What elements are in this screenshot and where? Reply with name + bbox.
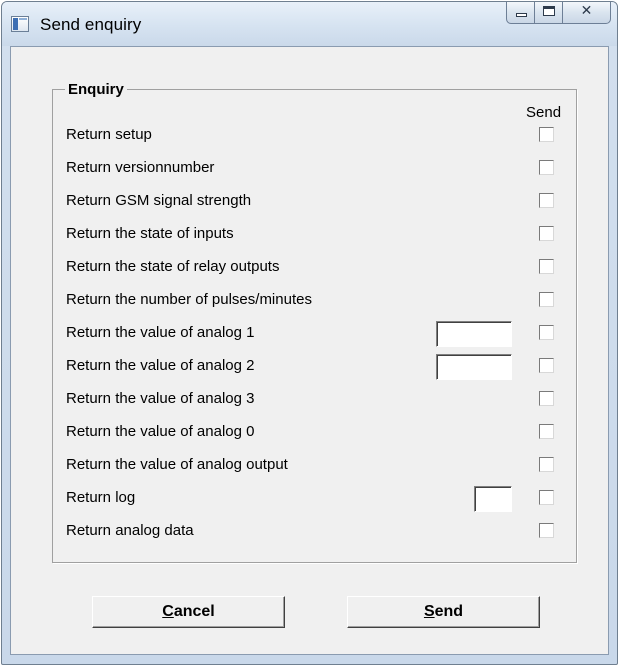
enquiry-groupbox: Enquiry Send Return setup Return version… bbox=[52, 81, 577, 563]
title-bar[interactable]: Send enquiry ✕ bbox=[2, 2, 617, 46]
send-checkbox-return-value-of-analog-output[interactable] bbox=[539, 457, 554, 472]
send-checkbox-return-state-of-inputs[interactable] bbox=[539, 226, 554, 241]
row-return-analog-data: Return analog data bbox=[53, 519, 576, 543]
minimize-icon bbox=[516, 13, 527, 17]
window-title: Send enquiry bbox=[40, 15, 142, 34]
send-checkbox-return-value-of-analog-1[interactable] bbox=[539, 325, 554, 340]
send-button[interactable]: Send bbox=[347, 596, 540, 628]
row-return-state-of-relay-outputs: Return the state of relay outputs bbox=[53, 255, 576, 279]
send-checkbox-return-versionnumber[interactable] bbox=[539, 160, 554, 175]
row-label: Return versionnumber bbox=[66, 159, 215, 176]
row-return-value-of-analog-output: Return the value of analog output bbox=[53, 453, 576, 477]
row-label: Return the state of inputs bbox=[66, 225, 234, 242]
maximize-icon bbox=[543, 6, 555, 16]
maximize-button[interactable] bbox=[535, 2, 563, 24]
row-return-versionnumber: Return versionnumber bbox=[53, 156, 576, 180]
row-label: Return setup bbox=[66, 126, 152, 143]
row-label: Return analog data bbox=[66, 522, 194, 539]
row-label: Return GSM signal strength bbox=[66, 192, 252, 209]
row-return-value-of-analog-2: Return the value of analog 2 bbox=[53, 354, 576, 380]
row-label: Return the value of analog 1 bbox=[66, 324, 255, 341]
row-return-number-of-pulses: Return the number of pulses/minutes bbox=[53, 288, 576, 312]
row-return-setup: Return setup bbox=[53, 123, 576, 147]
row-label: Return the value of analog 2 bbox=[66, 357, 255, 374]
close-icon: ✕ bbox=[580, 3, 593, 19]
send-mnemonic: S bbox=[423, 603, 435, 620]
row-return-log: Return log bbox=[53, 486, 576, 512]
send-checkbox-return-log[interactable] bbox=[539, 490, 554, 505]
send-checkbox-return-value-of-analog-3[interactable] bbox=[539, 391, 554, 406]
row-return-gsm-signal-strength: Return GSM signal strength bbox=[53, 189, 576, 213]
row-label: Return log bbox=[66, 489, 136, 506]
row-label: Return the value of analog 0 bbox=[66, 423, 255, 440]
row-label: Return the value of analog output bbox=[66, 456, 288, 473]
log-value-field[interactable] bbox=[474, 486, 512, 512]
send-checkbox-return-number-of-pulses[interactable] bbox=[539, 292, 554, 307]
cancel-mnemonic: C bbox=[162, 603, 174, 620]
cancel-button[interactable]: Cancel bbox=[92, 596, 285, 628]
send-checkbox-return-gsm-signal-strength[interactable] bbox=[539, 193, 554, 208]
groupbox-title: Enquiry bbox=[65, 81, 127, 98]
send-checkbox-return-state-of-relay-outputs[interactable] bbox=[539, 259, 554, 274]
row-return-state-of-inputs: Return the state of inputs bbox=[53, 222, 576, 246]
send-column-header: Send bbox=[526, 104, 562, 121]
app-window-icon bbox=[11, 16, 29, 32]
analog-1-value-field[interactable] bbox=[436, 321, 512, 347]
send-checkbox-return-analog-data[interactable] bbox=[539, 523, 554, 538]
row-return-value-of-analog-1: Return the value of analog 1 bbox=[53, 321, 576, 347]
send-checkbox-return-value-of-analog-2[interactable] bbox=[539, 358, 554, 373]
send-label-rest: end bbox=[434, 603, 464, 620]
caption-buttons: ✕ bbox=[506, 2, 611, 26]
analog-2-value-field[interactable] bbox=[436, 354, 512, 380]
row-return-value-of-analog-0: Return the value of analog 0 bbox=[53, 420, 576, 444]
row-label: Return the state of relay outputs bbox=[66, 258, 280, 275]
close-button[interactable]: ✕ bbox=[563, 2, 611, 24]
send-checkbox-return-value-of-analog-0[interactable] bbox=[539, 424, 554, 439]
cancel-label-rest: ancel bbox=[173, 603, 215, 620]
row-label: Return the value of analog 3 bbox=[66, 390, 255, 407]
row-label: Return the number of pulses/minutes bbox=[66, 291, 312, 308]
row-return-value-of-analog-3: Return the value of analog 3 bbox=[53, 387, 576, 411]
dialog-client-area: Enquiry Send Return setup Return version… bbox=[10, 46, 609, 655]
send-enquiry-window: Send enquiry ✕ Enquiry Send Return setup… bbox=[1, 1, 618, 665]
send-checkbox-return-setup[interactable] bbox=[539, 127, 554, 142]
minimize-button[interactable] bbox=[506, 2, 535, 24]
